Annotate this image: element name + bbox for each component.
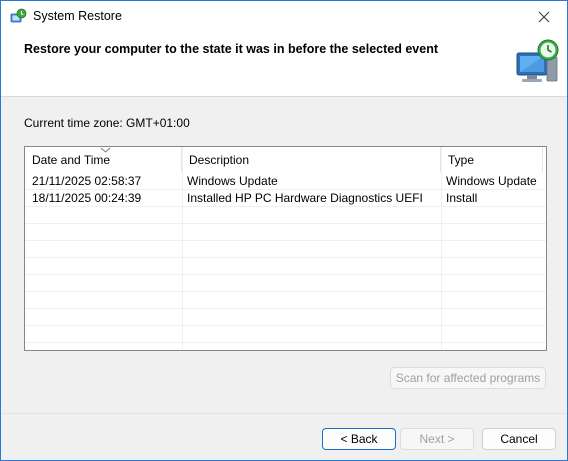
wizard-header: Restore your computer to the state it wa… — [1, 32, 567, 97]
row-date: 18/11/2025 00:24:39 — [32, 191, 142, 205]
sort-descending-icon — [100, 147, 111, 153]
close-button[interactable] — [521, 1, 567, 32]
table-row[interactable]: 21/11/2025 02:58:37 Windows Update Windo… — [25, 173, 546, 190]
close-icon — [538, 11, 550, 22]
column-header-description[interactable]: Description — [182, 147, 441, 172]
header-heading: Restore your computer to the state it wa… — [24, 42, 438, 56]
table-row[interactable]: 18/11/2025 00:24:39 Installed HP PC Hard… — [25, 190, 546, 207]
column-label-type: Type — [448, 153, 475, 167]
empty-row — [25, 309, 546, 326]
next-button[interactable]: Next > — [400, 428, 474, 450]
system-restore-window: System Restore Restore your computer to … — [0, 0, 568, 461]
row-type: Install — [446, 191, 478, 205]
empty-row — [25, 258, 546, 275]
computer-restore-clock-icon — [516, 39, 559, 82]
empty-row — [25, 326, 546, 343]
empty-row — [25, 207, 546, 224]
footer-divider — [1, 413, 567, 414]
row-date: 21/11/2025 02:58:37 — [32, 174, 142, 188]
system-restore-icon — [10, 8, 27, 23]
restore-points-list[interactable]: Date and Time Description Type 21/11/202… — [24, 146, 547, 351]
row-description: Installed HP PC Hardware Diagnostics UEF… — [187, 191, 423, 205]
window-title: System Restore — [33, 9, 122, 23]
column-label-description: Description — [189, 153, 250, 167]
title-bar[interactable]: System Restore — [1, 1, 567, 32]
scan-affected-programs-button[interactable]: Scan for affected programs — [390, 367, 546, 389]
column-label-date: Date and Time — [32, 153, 111, 167]
empty-row — [25, 241, 546, 258]
row-description: Windows Update — [187, 174, 278, 188]
row-type: Windows Update — [446, 174, 537, 188]
empty-row — [25, 224, 546, 241]
timezone-label: Current time zone: GMT+01:00 — [24, 116, 190, 130]
list-header: Date and Time Description Type — [25, 147, 546, 172]
column-header-type[interactable]: Type — [441, 147, 543, 172]
empty-row — [25, 292, 546, 309]
empty-row — [25, 275, 546, 292]
back-button[interactable]: < Back — [322, 428, 396, 450]
cancel-button[interactable]: Cancel — [482, 428, 556, 450]
